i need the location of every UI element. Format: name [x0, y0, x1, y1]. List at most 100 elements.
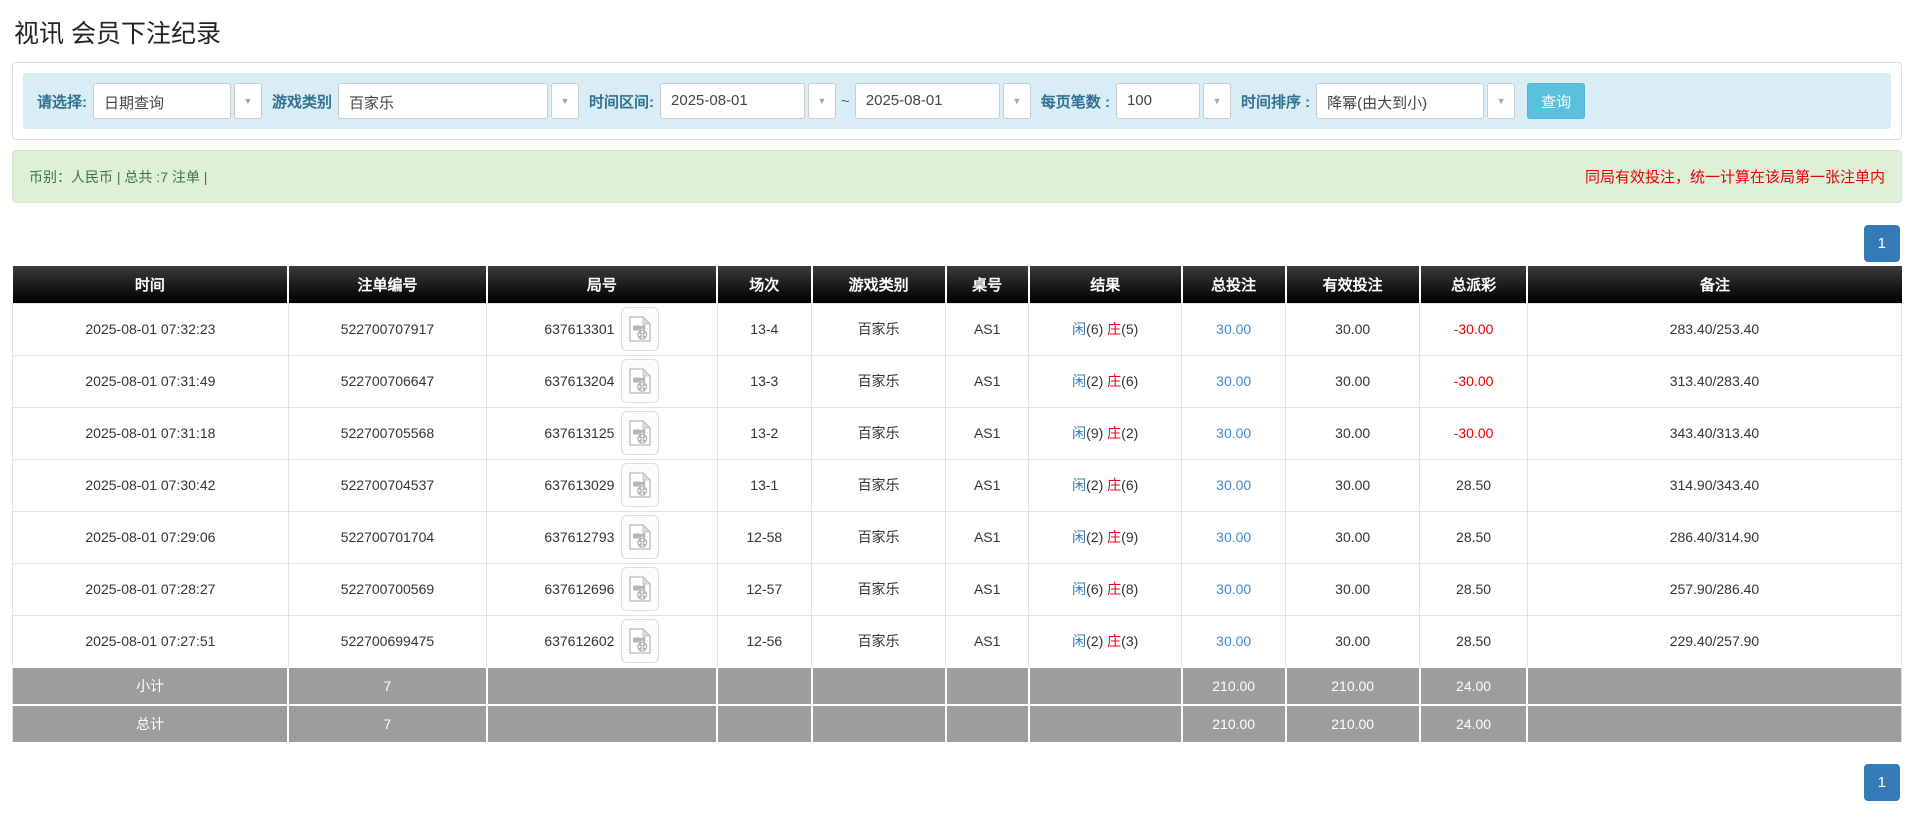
total-bet-link[interactable]: 30.00 [1216, 425, 1251, 441]
page-1-button[interactable]: 1 [1863, 225, 1900, 262]
time-sort-value: 降幂(由大到小) [1316, 83, 1485, 119]
cell-total-bet: 30.00 [1181, 302, 1287, 356]
chevron-down-icon[interactable]: ▼ [234, 83, 262, 119]
query-type-select[interactable]: 日期查询 ▼ [93, 83, 262, 119]
cell-game-type: 百家乐 [811, 302, 947, 356]
chevron-down-icon[interactable]: ▼ [1002, 83, 1031, 119]
summary-count: 7 [287, 666, 488, 706]
page-size-select[interactable]: 100 ▼ [1115, 83, 1231, 119]
cell-payout: 28.50 [1419, 562, 1528, 616]
banker-result-label: 庄 [1107, 425, 1122, 441]
chevron-down-icon[interactable]: ▼ [808, 83, 837, 119]
total-bet-link[interactable]: 30.00 [1216, 373, 1251, 389]
cell-total-bet: 30.00 [1181, 510, 1287, 564]
total-bet-link[interactable]: 30.00 [1216, 529, 1251, 545]
game-type-select[interactable]: 百家乐 ▼ [338, 83, 580, 119]
player-result-label: 闲 [1072, 529, 1087, 545]
cell-time: 2025-08-01 07:27:51 [12, 614, 289, 668]
player-result-label: 闲 [1072, 632, 1087, 649]
date-from-select[interactable]: 2025-08-01 ▼ [660, 83, 837, 119]
total-bet-link[interactable]: 30.00 [1216, 477, 1251, 493]
filter-bar: 请选择: 日期查询 ▼ 游戏类别 百家乐 ▼ 时间区间: 2025-08-01 … [23, 73, 1891, 129]
player-result-value: (6) [1086, 321, 1104, 337]
summary-cell [1027, 666, 1183, 706]
cell-note: 257.90/286.40 [1526, 562, 1903, 616]
cell-round-id: 637612602 [486, 614, 718, 668]
cell-result: 闲(2) 庄(6) [1028, 354, 1183, 408]
cell-session: 13-4 [716, 302, 813, 356]
search-button[interactable]: 查询 [1527, 83, 1586, 119]
cell-session: 12-56 [716, 614, 813, 668]
cell-total-bet: 30.00 [1181, 406, 1287, 460]
page-1-button[interactable]: 1 [1863, 764, 1900, 801]
cell-bet-id: 522700705568 [287, 406, 488, 460]
cell-note: 343.40/313.40 [1526, 406, 1903, 460]
table-row: 2025-08-01 07:31:49 522700706647 6376132… [12, 354, 1903, 408]
table-row: 2025-08-01 07:31:18 522700705568 6376131… [12, 406, 1903, 460]
cell-valid-bet: 30.00 [1285, 354, 1421, 408]
cell-note: 313.40/283.40 [1526, 354, 1903, 408]
chevron-down-icon[interactable]: ▼ [551, 83, 580, 119]
cell-game-type: 百家乐 [811, 614, 947, 668]
video-file-icon [629, 368, 652, 394]
cell-session: 13-3 [716, 354, 813, 408]
table-row: 2025-08-01 07:29:06 522700701704 6376127… [12, 510, 1903, 564]
summary-cell [1027, 704, 1183, 744]
cell-round-id: 637613125 [486, 406, 718, 460]
cell-payout: -30.00 [1419, 406, 1528, 460]
video-replay-button[interactable] [621, 463, 660, 507]
video-replay-button[interactable] [621, 411, 660, 455]
summary-cell [1526, 704, 1903, 744]
cell-round-id: 637613204 [486, 354, 718, 408]
round-id-text: 637612696 [544, 581, 615, 597]
table-row: 2025-08-01 07:30:42 522700704537 6376130… [12, 458, 1903, 512]
query-type-value: 日期查询 [93, 83, 231, 119]
cell-table-no: AS1 [945, 302, 1030, 356]
cell-time: 2025-08-01 07:31:49 [12, 354, 289, 408]
column-header: 局号 [485, 266, 718, 303]
cell-session: 13-2 [716, 406, 813, 460]
cell-valid-bet: 30.00 [1285, 302, 1421, 356]
video-replay-button[interactable] [621, 618, 660, 663]
chevron-down-icon[interactable]: ▼ [1487, 83, 1516, 119]
time-sort-select[interactable]: 降幂(由大到小) ▼ [1316, 83, 1516, 119]
cell-note: 286.40/314.90 [1526, 510, 1903, 564]
round-id-text: 637612602 [544, 632, 615, 649]
summary-payout: 24.00 [1418, 704, 1529, 744]
cell-valid-bet: 30.00 [1285, 562, 1421, 616]
summary-row: 总计 7 210.00 210.00 24.00 [12, 704, 1903, 744]
page-size-label: 每页笔数 : [1040, 93, 1110, 111]
cell-result: 闲(2) 庄(3) [1028, 614, 1183, 668]
cell-bet-id: 522700704537 [287, 458, 488, 512]
summary-cell [716, 666, 813, 706]
summary-cell [485, 666, 719, 706]
total-bet-link[interactable]: 30.00 [1216, 581, 1251, 597]
video-file-icon [629, 524, 652, 550]
cell-table-no: AS1 [945, 354, 1030, 408]
cell-table-no: AS1 [945, 614, 1030, 668]
cell-table-no: AS1 [945, 562, 1030, 616]
cell-table-no: AS1 [945, 406, 1030, 460]
video-replay-button[interactable] [621, 515, 660, 559]
video-replay-button[interactable] [621, 567, 660, 611]
date-to-select[interactable]: 2025-08-01 ▼ [854, 83, 1031, 119]
cell-payout: 28.50 [1419, 458, 1528, 512]
video-replay-button[interactable] [621, 359, 660, 403]
summary-payout: 24.00 [1418, 666, 1529, 706]
summary-label: 小计 [12, 666, 290, 706]
cell-bet-id: 522700706647 [287, 354, 488, 408]
page-title: 视讯 会员下注纪录 [14, 20, 221, 48]
select-type-label: 请选择: [37, 93, 87, 111]
page-size-value: 100 [1115, 83, 1200, 119]
game-type-label: 游戏类别 [272, 93, 333, 111]
banker-result-label: 庄 [1107, 477, 1122, 493]
cell-time: 2025-08-01 07:32:23 [12, 302, 289, 356]
column-header: 总投注 [1180, 266, 1286, 303]
total-bet-link[interactable]: 30.00 [1216, 633, 1251, 649]
column-header: 备注 [1526, 266, 1902, 303]
summary-valid-bet: 210.00 [1284, 666, 1421, 706]
cell-game-type: 百家乐 [811, 458, 947, 512]
chevron-down-icon[interactable]: ▼ [1202, 83, 1231, 119]
total-bet-link[interactable]: 30.00 [1216, 321, 1251, 337]
video-replay-button[interactable] [621, 307, 660, 351]
